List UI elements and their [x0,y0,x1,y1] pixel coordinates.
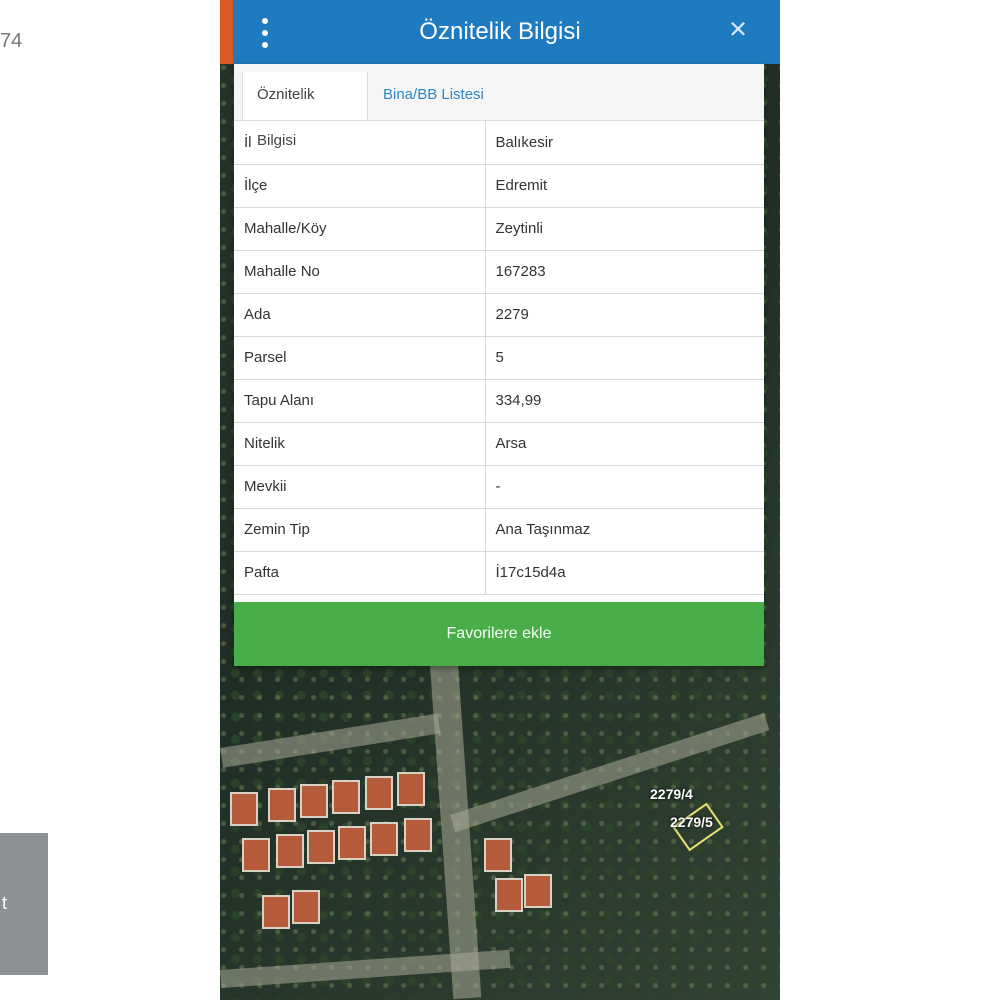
mobile-app-window: 2279/4 2279/5 Öznitelik Bilgisi × Öznite… [220,0,780,1000]
table-row: Tapu Alanı 334,99 [234,379,764,423]
table-row: Parsel 5 [234,336,764,380]
map-building [404,818,432,852]
attribute-value: İ17c15d4a [485,551,764,595]
attribute-label: Mahalle/Köy [234,207,486,251]
attribute-value: Edremit [485,164,764,208]
map-building [242,838,270,872]
table-row: Nitelik Arsa [234,422,764,466]
map-building [230,792,258,826]
map-building [365,776,393,810]
attribute-label: Ada [234,293,486,337]
map-road [450,713,770,833]
add-to-favorites-button[interactable]: Favorilere ekle [234,602,764,666]
vertical-ellipsis-icon[interactable] [254,18,276,48]
map-building [370,822,398,856]
attribute-value: Balıkesir [485,121,764,165]
left-fragment-button-label: t [2,893,8,913]
map-building [332,780,360,814]
attribute-label: Mahalle No [234,250,486,294]
parcel-label: 2279/4 [650,786,693,802]
attribute-value: - [485,465,764,509]
tab-building-list[interactable]: Bina/BB Listesi [369,72,498,120]
left-fragment-number: 74 [0,30,23,52]
table-row: Ada 2279 [234,293,764,337]
map-building [300,784,328,818]
attribute-label: Nitelik [234,422,486,466]
map-building [276,834,304,868]
table-row: İl Balıkesir [234,121,764,165]
attribute-label: Parsel [234,336,486,380]
table-row: Mevkii - [234,465,764,509]
close-icon[interactable]: × [724,13,752,44]
map-building [307,830,335,864]
parcel-label: 2279/5 [670,814,713,830]
table-row: Mahalle No 167283 [234,250,764,294]
map-building [495,878,523,912]
map-building [268,788,296,822]
attribute-value: 334,99 [485,379,764,423]
attribute-table: İl Balıkesir İlçe Edremit Mahalle/Köy Zeyti… [234,121,764,595]
app-header: Öznitelik Bilgisi × [220,0,780,64]
table-row: Zemin Tip Ana Taşınmaz [234,508,764,552]
header-accent-strip [220,0,233,64]
attribute-label: Zemin Tip [234,508,486,552]
tab-bar: Öznitelik Bilgisi Bina/BB Listesi [234,64,764,149]
attribute-value: Zeytinli [485,207,764,251]
map-building [338,826,366,860]
attribute-label: Pafta [234,551,486,595]
table-row: Mahalle/Köy Zeytinli [234,207,764,251]
attribute-value: Arsa [485,422,764,466]
left-fragment-button[interactable]: t [0,833,48,975]
map-building [484,838,512,872]
attribute-value: 5 [485,336,764,380]
map-road [220,713,441,768]
attribute-value: 167283 [485,250,764,294]
attribute-label: Tapu Alanı [234,379,486,423]
map-building [262,895,290,929]
attribute-info-panel: Öznitelik Bilgisi Bina/BB Listesi İl Balı… [234,64,764,666]
map-building [524,874,552,908]
table-row: İlçe Edremit [234,164,764,208]
attribute-label: İlçe [234,164,486,208]
table-row: Pafta İ17c15d4a [234,551,764,595]
attribute-label: Mevkii [234,465,486,509]
attribute-value: Ana Taşınmaz [485,508,764,552]
attribute-value: 2279 [485,293,764,337]
map-building [397,772,425,806]
panel-title: Öznitelik Bilgisi [419,18,581,45]
tab-attribute-info[interactable]: Öznitelik Bilgisi [242,72,368,149]
map-building [292,890,320,924]
